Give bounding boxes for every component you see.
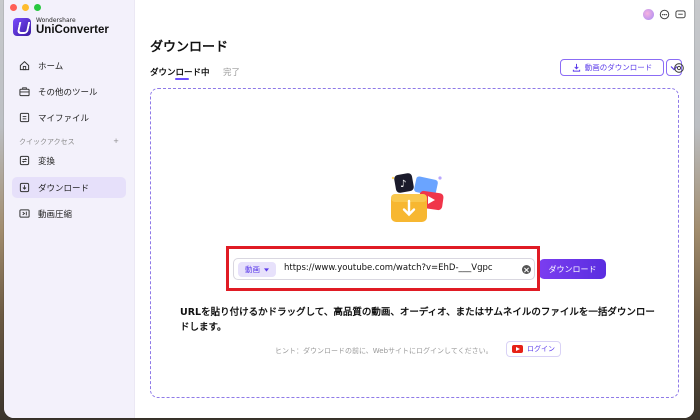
download-tray-icon <box>572 63 580 72</box>
top-right-icons <box>643 9 686 20</box>
add-quick-access-button[interactable]: + <box>113 137 119 147</box>
home-icon <box>19 60 30 71</box>
close-window-button[interactable] <box>10 4 17 11</box>
svg-text:♪: ♪ <box>400 179 406 190</box>
download-illustration: ♪ <box>391 173 444 222</box>
youtube-icon <box>512 345 523 353</box>
message-icon[interactable] <box>675 9 686 20</box>
settings-gear-icon[interactable] <box>673 62 685 74</box>
sidebar-item-label: ホーム <box>38 61 64 72</box>
page-title: ダウンロード <box>150 40 229 55</box>
download-icon <box>19 182 30 193</box>
convert-icon <box>19 155 30 166</box>
quick-access-section: クイックアクセス + <box>19 137 119 147</box>
main-panel: ダウンロード ダウンロード中 完了 動画のダウンロード ♪ 動画 https:/… <box>135 0 694 418</box>
drop-zone-description: URLを貼り付けるかドラッグして、高品質の動画、オーディオ、またはサムネイルのフ… <box>180 307 655 333</box>
folder-icon <box>19 112 30 123</box>
avatar[interactable] <box>643 9 654 20</box>
uniconverter-logo-icon <box>13 17 31 36</box>
annotation-highlight-box <box>226 246 540 291</box>
sidebar-item-label: マイファイル <box>38 113 90 124</box>
sidebar-item-label: ダウンロード <box>38 183 90 194</box>
sidebar: Wondershare UniConverter ホーム その他のツール マイフ… <box>4 0 135 418</box>
compress-icon <box>19 209 30 218</box>
app-window: Wondershare UniConverter ホーム その他のツール マイフ… <box>4 0 694 418</box>
sidebar-item-download[interactable]: ダウンロード <box>12 177 126 198</box>
sidebar-item-label: その他のツール <box>38 87 98 98</box>
minimize-window-button[interactable] <box>22 4 29 11</box>
sidebar-item-my-files[interactable]: マイファイル <box>12 107 126 128</box>
login-hint-text: ヒント：ダウンロードの前に、Webサイトにログインしてください。 <box>275 347 493 355</box>
headset-icon[interactable] <box>659 9 670 20</box>
sidebar-item-home[interactable]: ホーム <box>12 55 126 76</box>
login-button-label: ログイン <box>527 345 555 353</box>
sidebar-item-convert[interactable]: 変換 <box>12 150 126 171</box>
sidebar-item-other-tools[interactable]: その他のツール <box>12 81 126 102</box>
section-label: クイックアクセス <box>19 138 75 146</box>
tab-downloading[interactable]: ダウンロード中 <box>150 66 210 78</box>
download-button[interactable]: ダウンロード <box>539 259 606 279</box>
tab-completed[interactable]: 完了 <box>223 66 240 78</box>
sidebar-item-label: 動画圧縮 <box>38 209 73 220</box>
sidebar-item-label: 変換 <box>38 156 56 167</box>
brand-company: Wondershare <box>36 17 76 24</box>
download-video-label: 動画のダウンロード <box>584 63 653 72</box>
brand-product: UniConverter <box>36 24 109 36</box>
window-controls <box>10 4 41 11</box>
brand: Wondershare UniConverter <box>13 17 109 36</box>
login-button[interactable]: ログイン <box>506 341 561 357</box>
download-video-button[interactable]: 動画のダウンロード <box>560 59 664 76</box>
zoom-window-button[interactable] <box>34 4 41 11</box>
toolbox-icon <box>19 87 30 97</box>
tab-active-indicator <box>175 78 189 80</box>
sidebar-item-compress[interactable]: 動画圧縮 <box>12 203 126 224</box>
